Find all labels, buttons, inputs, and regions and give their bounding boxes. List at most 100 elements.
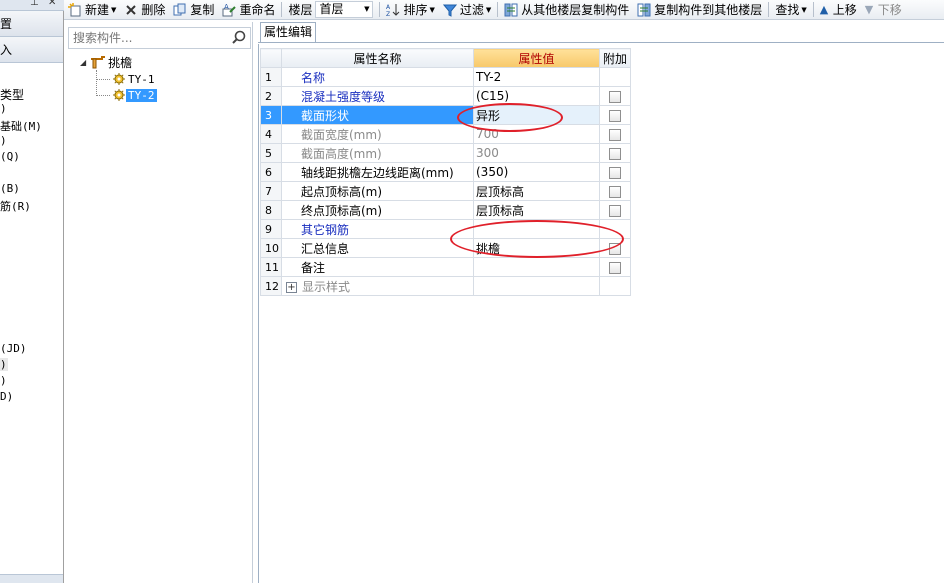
property-value-cell[interactable] bbox=[473, 257, 600, 277]
left-item-10[interactable]: D) bbox=[0, 390, 13, 403]
table-row[interactable]: 10 汇总信息 挑檐 bbox=[260, 238, 631, 258]
property-value-cell[interactable] bbox=[473, 276, 600, 296]
filter-label: 过滤 bbox=[459, 3, 484, 17]
property-name-cell[interactable]: 截面宽度(mm) bbox=[281, 124, 474, 144]
table-row[interactable]: 12 + 显示样式 bbox=[260, 276, 631, 296]
property-name-cell[interactable]: 其它钢筋 bbox=[281, 219, 474, 239]
header-property-name[interactable]: 属性名称 bbox=[281, 48, 474, 68]
search-input[interactable] bbox=[69, 28, 227, 48]
extra-checkbox[interactable] bbox=[609, 242, 621, 255]
left-item-8[interactable]: ) bbox=[0, 358, 8, 371]
tree-root-node[interactable]: ◢ 挑檐 bbox=[80, 54, 134, 70]
new-button[interactable]: 新建 ▼ bbox=[64, 0, 120, 20]
pin-icon[interactable]: ⊥ bbox=[30, 0, 39, 8]
table-row[interactable]: 6 轴线距挑檐左边线距离(mm) (350) bbox=[260, 162, 631, 182]
property-value-cell[interactable]: (C15) bbox=[473, 86, 600, 106]
property-name-cell[interactable]: 备注 bbox=[281, 257, 474, 277]
left-item-5[interactable]: (B) bbox=[0, 182, 20, 195]
tree-node-ty-2[interactable]: TY-2 bbox=[112, 87, 157, 103]
extra-checkbox[interactable] bbox=[609, 128, 621, 141]
delete-button[interactable]: 删除 bbox=[120, 0, 169, 20]
property-name-cell[interactable]: 起点顶标高(m) bbox=[281, 181, 474, 201]
move-up-button[interactable]: ▲ 上移 bbox=[816, 0, 861, 20]
rename-button[interactable]: A 重命名 bbox=[218, 0, 279, 20]
extra-checkbox[interactable] bbox=[609, 166, 621, 179]
property-name-cell[interactable]: 汇总信息 bbox=[281, 238, 474, 258]
move-down-button[interactable]: ▼ 下移 bbox=[861, 0, 906, 20]
table-row[interactable]: 3 截面形状 异形 bbox=[260, 105, 631, 125]
property-value-cell[interactable]: 层顶标高 bbox=[473, 200, 600, 220]
left-panel-button-2[interactable]: 入 bbox=[0, 37, 63, 63]
find-button[interactable]: 查找 ▼ bbox=[771, 0, 810, 20]
property-extra-cell bbox=[599, 276, 631, 296]
copy-button[interactable]: 复制 bbox=[169, 0, 218, 20]
filter-icon bbox=[442, 4, 457, 17]
collapse-triangle-icon[interactable]: ◢ bbox=[80, 58, 86, 67]
sort-button[interactable]: AZ 排序 ▼ bbox=[382, 0, 438, 20]
row-index: 7 bbox=[260, 181, 282, 201]
search-icon[interactable] bbox=[230, 30, 248, 46]
left-item-6[interactable]: 筋(R) bbox=[0, 198, 31, 214]
header-property-value[interactable]: 属性值 bbox=[473, 48, 600, 68]
extra-checkbox[interactable] bbox=[609, 147, 621, 160]
property-name-cell[interactable]: 混凝土强度等级 bbox=[281, 86, 474, 106]
filter-button[interactable]: 过滤 ▼ bbox=[439, 0, 495, 20]
move-up-label: 上移 bbox=[832, 3, 857, 17]
rename-label: 重命名 bbox=[239, 3, 276, 17]
extra-checkbox[interactable] bbox=[609, 90, 621, 103]
chevron-down-icon: ▼ bbox=[429, 5, 435, 14]
table-row[interactable]: 11 备注 bbox=[260, 257, 631, 277]
property-name-cell[interactable]: + 显示样式 bbox=[281, 276, 474, 296]
tree-connector bbox=[96, 95, 110, 96]
property-value-cell[interactable]: 异形 bbox=[473, 105, 600, 125]
close-icon[interactable]: ✕ bbox=[48, 0, 56, 8]
extra-checkbox[interactable] bbox=[609, 185, 621, 198]
copy-from-floor-button[interactable]: 从其他楼层复制构件 bbox=[500, 0, 633, 20]
property-name-cell[interactable]: 终点顶标高(m) bbox=[281, 200, 474, 220]
tab-property-editor[interactable]: 属性编辑 bbox=[260, 22, 316, 42]
table-row[interactable]: 1 名称 TY-2 bbox=[260, 67, 631, 87]
property-rows: 1 名称 TY-2 2 混凝土强度等级 (C15) 3 截面形状 异形 4 截面宽度(mm) 700 5… bbox=[260, 67, 631, 296]
left-item-9[interactable]: ) bbox=[0, 374, 7, 387]
property-name-cell[interactable]: 轴线距挑檐左边线距离(mm) bbox=[281, 162, 474, 182]
extra-checkbox[interactable] bbox=[609, 204, 621, 217]
property-value-cell[interactable]: (350) bbox=[473, 162, 600, 182]
table-row[interactable]: 7 起点顶标高(m) 层顶标高 bbox=[260, 181, 631, 201]
copy-to-floor-button[interactable]: 复制构件到其他楼层 bbox=[633, 0, 766, 20]
row-index: 9 bbox=[260, 219, 282, 239]
table-row[interactable]: 5 截面高度(mm) 300 bbox=[260, 143, 631, 163]
property-name-cell[interactable]: 名称 bbox=[281, 67, 474, 87]
property-value-cell[interactable]: 300 bbox=[473, 143, 600, 163]
left-item-0[interactable]: 类型 bbox=[0, 86, 24, 103]
row-index: 11 bbox=[260, 257, 282, 277]
property-name: 截面高度(mm) bbox=[301, 146, 382, 161]
expand-plus-icon[interactable]: + bbox=[286, 281, 297, 293]
property-name-cell[interactable]: 截面高度(mm) bbox=[281, 143, 474, 163]
property-name: 其它钢筋 bbox=[301, 222, 350, 237]
property-value-cell[interactable] bbox=[473, 219, 600, 239]
table-row[interactable]: 8 终点顶标高(m) 层顶标高 bbox=[260, 200, 631, 220]
left-item-3[interactable]: ) bbox=[0, 134, 7, 147]
chevron-down-icon: ▼ bbox=[364, 5, 370, 13]
header-extra[interactable]: 附加 bbox=[599, 48, 631, 68]
table-row[interactable]: 4 截面宽度(mm) 700 bbox=[260, 124, 631, 144]
left-item-4[interactable]: (Q) bbox=[0, 150, 20, 163]
property-value-cell[interactable]: TY-2 bbox=[473, 67, 600, 87]
component-tree-panel: ◢ 挑檐 TY-1 TY-2 bbox=[66, 22, 253, 583]
tree-node-ty-1[interactable]: TY-1 bbox=[112, 71, 157, 87]
new-label: 新建 bbox=[85, 3, 110, 17]
table-row[interactable]: 2 混凝土强度等级 (C15) bbox=[260, 86, 631, 106]
property-name-cell[interactable]: 截面形状 bbox=[281, 105, 474, 125]
left-item-1[interactable]: ) bbox=[0, 102, 7, 115]
left-panel-button-1[interactable]: 置 bbox=[0, 11, 63, 37]
extra-checkbox[interactable] bbox=[609, 261, 621, 274]
floor-select[interactable]: 首层 ▼ bbox=[315, 1, 374, 18]
toolbar-separator bbox=[497, 2, 499, 17]
left-item-2[interactable]: 基础(M) bbox=[0, 118, 42, 134]
property-value-cell[interactable]: 700 bbox=[473, 124, 600, 144]
table-row[interactable]: 9 其它钢筋 bbox=[260, 219, 631, 239]
extra-checkbox[interactable] bbox=[609, 109, 621, 122]
property-value-cell[interactable]: 层顶标高 bbox=[473, 181, 600, 201]
left-item-7[interactable]: (JD) bbox=[0, 342, 27, 355]
property-value-cell[interactable]: 挑檐 bbox=[473, 238, 600, 258]
